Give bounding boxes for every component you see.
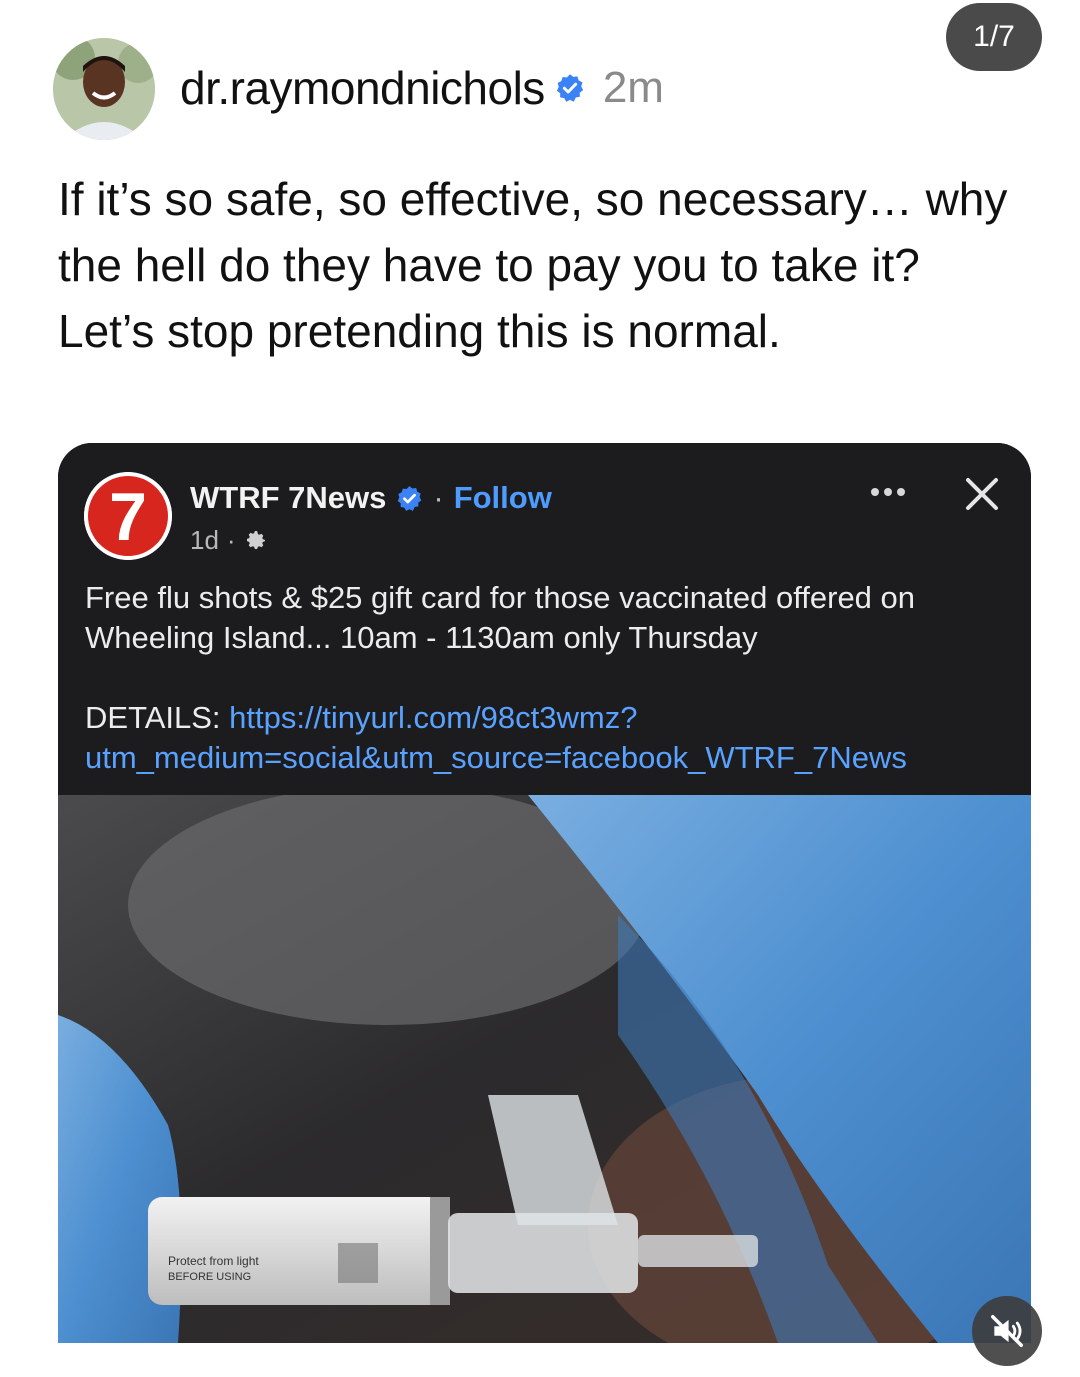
muted-speaker-icon xyxy=(991,1315,1023,1347)
username[interactable]: dr.raymondnichols xyxy=(180,61,545,115)
wtrf-logo: 7 xyxy=(84,472,172,560)
verified-badge-icon xyxy=(398,485,422,511)
embedded-post-header: 7 WTRF 7News · Follow 1d · Free flu shot… xyxy=(58,443,1031,795)
embedded-post-body: Free flu shots & $25 gift card for those… xyxy=(85,580,916,655)
post-age: 1d xyxy=(190,524,219,555)
post-header: dr.raymondnichols 2m xyxy=(180,62,664,114)
page-name-row: WTRF 7News · Follow xyxy=(190,478,552,518)
post-caption-line: Let’s stop pretending this is normal. xyxy=(58,305,781,357)
more-icon-dot xyxy=(897,488,905,496)
verified-badge-icon xyxy=(556,74,583,102)
post-caption: If it’s so safe, so effective, so necess… xyxy=(58,166,1018,364)
more-icon-dot xyxy=(871,488,879,496)
story-counter: 1/7 xyxy=(946,3,1042,71)
mute-button[interactable] xyxy=(972,1296,1042,1366)
page-name[interactable]: WTRF 7News xyxy=(190,480,386,516)
post-time: 2m xyxy=(602,63,664,112)
page-logo[interactable]: 7 xyxy=(84,472,172,560)
follow-button[interactable]: Follow xyxy=(454,480,552,516)
more-icon[interactable] xyxy=(864,477,912,507)
separator: · xyxy=(433,480,444,515)
avatar-photo xyxy=(53,38,155,140)
vial-label-text: Protect from light xyxy=(168,1254,259,1268)
separator: · xyxy=(226,524,236,555)
details-label: DETAILS: xyxy=(85,700,221,735)
embedded-post-card[interactable]: 7 WTRF 7News · Follow 1d · Free flu shot… xyxy=(58,443,1031,1343)
embedded-post-details: DETAILS: https://tinyurl.com/98ct3wmz?ut… xyxy=(85,698,1015,778)
embedded-post-photo[interactable]: Protect from light BEFORE USING xyxy=(58,795,1031,1343)
vial-label-text: BEFORE USING xyxy=(168,1271,251,1283)
avatar[interactable] xyxy=(53,38,155,140)
more-icon-dot xyxy=(884,488,892,496)
settings-icon xyxy=(246,531,265,549)
post-meta: 1d · xyxy=(190,522,268,558)
post-caption-line: If it’s so safe, so effective, so necess… xyxy=(58,173,1008,291)
wtrf-logo-numeral: 7 xyxy=(109,479,147,555)
close-icon[interactable] xyxy=(964,476,1000,512)
